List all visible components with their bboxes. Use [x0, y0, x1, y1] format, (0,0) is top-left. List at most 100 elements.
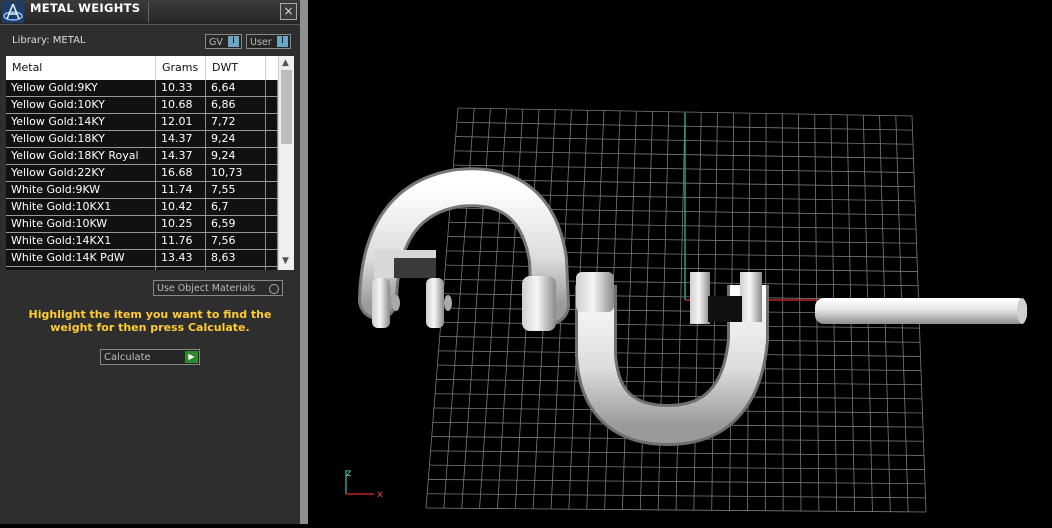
title-separator	[148, 2, 149, 22]
use-object-materials-label: Use Object Materials	[157, 283, 256, 294]
cell-metal: Yellow Gold:18KY Royal	[6, 148, 156, 164]
table-header: Metal Grams DWT	[6, 56, 278, 80]
cell-grams: 11.74	[156, 182, 206, 198]
cell-spacer	[266, 216, 278, 232]
scroll-thumb[interactable]	[281, 70, 292, 144]
table-row[interactable]: White Gold:14K PdW 13.43 8,63	[6, 250, 278, 267]
app-logo-icon	[2, 1, 24, 23]
3d-viewport[interactable]: z x	[308, 0, 1052, 524]
cell-spacer	[266, 250, 278, 266]
cell-grams: 14.37	[156, 131, 206, 147]
table-row[interactable]: Yellow Gold:18KY 14.37 9,24	[6, 131, 278, 148]
table-row[interactable]: Yellow Gold:22KY 16.68 10,73	[6, 165, 278, 182]
viewport-canvas[interactable]: z x	[308, 0, 1052, 524]
cell-metal: White Gold:14KX1	[6, 233, 156, 249]
cell-spacer	[266, 267, 278, 270]
cell-spacer	[266, 165, 278, 181]
scroll-down-icon[interactable]: ▼	[282, 256, 289, 266]
cell-grams: 14.37	[156, 148, 206, 164]
axis-gizmo: z x	[345, 468, 383, 500]
cell-grams: 13.43	[156, 250, 206, 266]
cell-dwt: 8,7	[206, 267, 266, 270]
axis-z-label: z	[346, 468, 351, 479]
cell-spacer	[266, 131, 278, 147]
table-row[interactable]: Yellow Gold:14KY 12.01 7,72	[6, 114, 278, 131]
cell-grams: 13.43	[156, 267, 206, 270]
cell-dwt: 7,72	[206, 114, 266, 130]
cell-dwt: 6,59	[206, 216, 266, 232]
cell-metal: Yellow Gold:22KY	[6, 165, 156, 181]
cell-spacer	[266, 233, 278, 249]
table-row[interactable]: Yellow Gold:9KY 10.33 6,64	[6, 80, 278, 97]
radio-circle-icon	[269, 284, 279, 294]
cell-metal: White Gold:14KW	[6, 267, 156, 270]
table-body: Yellow Gold:9KY 10.33 6,64 Yellow Gold:10KY…	[6, 80, 278, 270]
column-header-grams[interactable]: Grams	[156, 56, 206, 80]
cell-spacer	[266, 148, 278, 164]
cell-metal: White Gold:10KW	[6, 216, 156, 232]
panel-splitter[interactable]	[300, 0, 308, 524]
user-label: User	[250, 37, 272, 48]
library-label: Library: METAL	[12, 35, 86, 46]
axis-x-label: x	[377, 489, 383, 500]
table-row[interactable]: White Gold:10KX1 10.42 6,7	[6, 199, 278, 216]
table-row[interactable]: White Gold:14KX1 11.76 7,56	[6, 233, 278, 250]
shank-model-center[interactable]	[575, 272, 769, 447]
instruction-text: Highlight the item you want to find the …	[28, 308, 272, 334]
metal-weights-panel: METAL WEIGHTS × Library: METAL GV I User…	[0, 0, 300, 524]
title-bar[interactable]: METAL WEIGHTS ×	[0, 0, 300, 25]
user-toggle-icon: I	[277, 36, 288, 47]
scroll-up-icon[interactable]: ▲	[282, 58, 289, 68]
grid-line-vertical	[781, 113, 784, 511]
table-row[interactable]: White Gold:14KW13.438,7	[6, 267, 278, 270]
gv-label: GV	[209, 37, 223, 48]
table-row[interactable]: Yellow Gold:10KY 10.68 6,86	[6, 97, 278, 114]
cell-spacer	[266, 182, 278, 198]
cell-dwt: 7,56	[206, 233, 266, 249]
cell-metal: Yellow Gold:14KY	[6, 114, 156, 130]
cell-dwt: 6,86	[206, 97, 266, 113]
cell-grams: 10.68	[156, 97, 206, 113]
close-icon: ×	[283, 4, 294, 18]
cell-dwt: 6,7	[206, 199, 266, 215]
rod-model-right[interactable]	[815, 298, 1027, 324]
cell-grams: 11.76	[156, 233, 206, 249]
gv-toggle[interactable]: GV I	[205, 34, 242, 49]
cell-metal: Yellow Gold:18KY	[6, 131, 156, 147]
cell-grams: 10.42	[156, 199, 206, 215]
cell-dwt: 10,73	[206, 165, 266, 181]
cell-grams: 10.25	[156, 216, 206, 232]
cell-metal: Yellow Gold:10KY	[6, 97, 156, 113]
cell-grams: 16.68	[156, 165, 206, 181]
cell-metal: Yellow Gold:9KY	[6, 80, 156, 96]
use-object-materials-option[interactable]: Use Object Materials	[153, 280, 283, 296]
close-button[interactable]: ×	[280, 3, 297, 20]
column-header-dwt[interactable]: DWT	[206, 56, 266, 80]
panel-title: METAL WEIGHTS	[30, 1, 141, 15]
cell-spacer	[266, 199, 278, 215]
cell-metal: White Gold:10KX1	[6, 199, 156, 215]
table-row[interactable]: White Gold:9KW 11.74 7,55	[6, 182, 278, 199]
table-row[interactable]: Yellow Gold:18KY Royal 14.37 9,24	[6, 148, 278, 165]
gv-toggle-icon: I	[228, 36, 239, 47]
table-row[interactable]: White Gold:10KW 10.25 6,59	[6, 216, 278, 233]
user-toggle[interactable]: User I	[246, 34, 291, 49]
cell-spacer	[266, 97, 278, 113]
calculate-button[interactable]: Calculate ▶	[100, 349, 200, 365]
cell-grams: 12.01	[156, 114, 206, 130]
calculate-label: Calculate	[104, 352, 151, 363]
cell-dwt: 9,24	[206, 148, 266, 164]
cell-metal: White Gold:14K PdW	[6, 250, 156, 266]
column-header-metal[interactable]: Metal	[6, 56, 156, 80]
cell-dwt: 9,24	[206, 131, 266, 147]
play-icon: ▶	[185, 351, 198, 363]
cell-dwt: 6,64	[206, 80, 266, 96]
cell-metal: White Gold:9KW	[6, 182, 156, 198]
shank-model-left[interactable]	[358, 167, 570, 331]
cell-grams: 10.33	[156, 80, 206, 96]
cell-spacer	[266, 80, 278, 96]
metal-table: Metal Grams DWT Yellow Gold:9KY 10.33 6,64…	[6, 56, 294, 270]
cell-spacer	[266, 114, 278, 130]
table-scrollbar[interactable]: ▲ ▼	[278, 56, 294, 270]
cell-dwt: 7,55	[206, 182, 266, 198]
